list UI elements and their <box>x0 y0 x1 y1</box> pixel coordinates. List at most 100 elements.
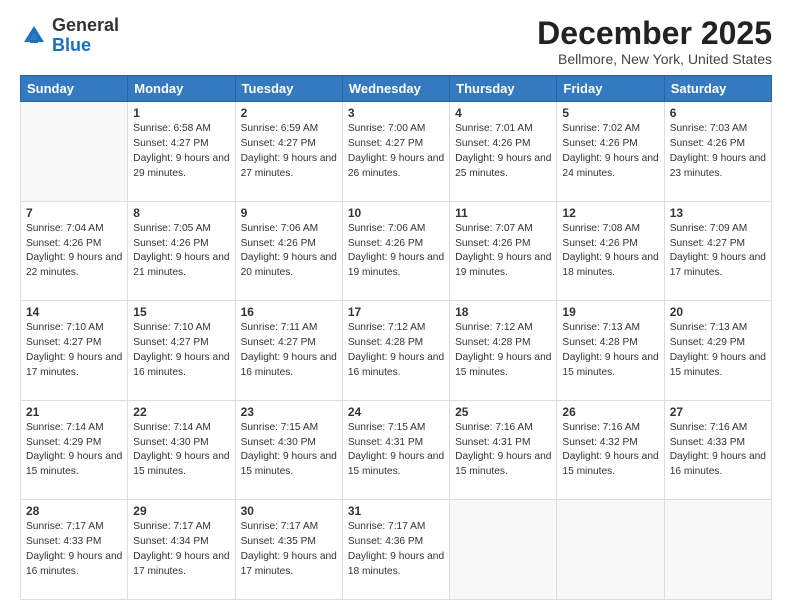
calendar-day: 2 Sunrise: 6:59 AMSunset: 4:27 PMDaylight… <box>235 102 342 202</box>
calendar-day: 19 Sunrise: 7:13 AMSunset: 4:28 PMDayligh… <box>557 301 664 401</box>
calendar-day: 30 Sunrise: 7:17 AMSunset: 4:35 PMDayligh… <box>235 500 342 600</box>
calendar-header-thursday: Thursday <box>450 76 557 102</box>
calendar-day: 27Sunrise: 7:16 AMSunset: 4:33 PMDayligh… <box>664 400 771 500</box>
day-number: 29 <box>133 504 229 518</box>
day-number: 18 <box>455 305 551 319</box>
day-info: Sunrise: 7:17 AMSunset: 4:35 PMDaylight:… <box>241 520 337 579</box>
day-info: Sunrise: 7:01 AMSunset: 4:26 PMDaylight:… <box>455 122 551 181</box>
day-number: 30 <box>241 504 337 518</box>
day-info: Sunrise: 7:17 AMSunset: 4:36 PMDaylight:… <box>348 520 444 579</box>
day-number: 1 <box>133 106 229 120</box>
day-number: 2 <box>241 106 337 120</box>
calendar-week-5: 28Sunrise: 7:17 AMSunset: 4:33 PMDayligh… <box>21 500 772 600</box>
logo: General Blue <box>20 16 119 56</box>
calendar-header-saturday: Saturday <box>664 76 771 102</box>
day-info: Sunrise: 7:17 AMSunset: 4:34 PMDaylight:… <box>133 520 229 579</box>
calendar-header-sunday: Sunday <box>21 76 128 102</box>
day-info: Sunrise: 7:13 AMSunset: 4:28 PMDaylight:… <box>562 321 658 380</box>
calendar-day: 29 Sunrise: 7:17 AMSunset: 4:34 PMDayligh… <box>128 500 235 600</box>
day-info: Sunrise: 7:02 AMSunset: 4:26 PMDaylight:… <box>562 122 658 181</box>
day-info: Sunrise: 7:14 AMSunset: 4:30 PMDaylight:… <box>133 421 229 480</box>
calendar-day: 21 Sunrise: 7:14 AMSunset: 4:29 PMDayligh… <box>21 400 128 500</box>
day-info: Sunrise: 6:58 AMSunset: 4:27 PMDaylight:… <box>133 122 229 181</box>
day-number: 25 <box>455 405 551 419</box>
day-number: 31 <box>348 504 444 518</box>
day-number: 3 <box>348 106 444 120</box>
day-info: Sunrise: 7:06 AMSunset: 4:26 PMDaylight:… <box>241 222 337 281</box>
day-number: 6 <box>670 106 766 120</box>
day-number: 19 <box>562 305 658 319</box>
calendar-day: 26Sunrise: 7:16 AMSunset: 4:32 PMDayligh… <box>557 400 664 500</box>
day-number: 17 <box>348 305 444 319</box>
logo-text: General Blue <box>52 16 119 56</box>
day-number: 15 <box>133 305 229 319</box>
day-info: Sunrise: 7:16 AMSunset: 4:32 PMDaylight:… <box>562 421 658 480</box>
day-info: Sunrise: 7:12 AMSunset: 4:28 PMDaylight:… <box>455 321 551 380</box>
calendar-day: 10 Sunrise: 7:06 AMSunset: 4:26 PMDayligh… <box>342 201 449 301</box>
calendar-day: 17 Sunrise: 7:12 AMSunset: 4:28 PMDayligh… <box>342 301 449 401</box>
day-number: 16 <box>241 305 337 319</box>
day-number: 5 <box>562 106 658 120</box>
day-info: Sunrise: 7:10 AMSunset: 4:27 PMDaylight:… <box>26 321 122 380</box>
day-info: Sunrise: 7:13 AMSunset: 4:29 PMDaylight:… <box>670 321 766 380</box>
day-number: 7 <box>26 206 122 220</box>
logo-general-text: General <box>52 15 119 35</box>
day-info: Sunrise: 7:05 AMSunset: 4:26 PMDaylight:… <box>133 222 229 281</box>
calendar-day: 4Sunrise: 7:01 AMSunset: 4:26 PMDaylight… <box>450 102 557 202</box>
calendar-day <box>21 102 128 202</box>
day-number: 8 <box>133 206 229 220</box>
page-title: December 2025 <box>537 16 772 51</box>
day-number: 13 <box>670 206 766 220</box>
calendar-day: 28Sunrise: 7:17 AMSunset: 4:33 PMDayligh… <box>21 500 128 600</box>
calendar-day <box>664 500 771 600</box>
calendar-day <box>450 500 557 600</box>
calendar-header-row: SundayMondayTuesdayWednesdayThursdayFrid… <box>21 76 772 102</box>
calendar-day: 1 Sunrise: 6:58 AMSunset: 4:27 PMDaylight… <box>128 102 235 202</box>
title-block: December 2025 Bellmore, New York, United… <box>537 16 772 67</box>
page-subtitle: Bellmore, New York, United States <box>537 51 772 67</box>
calendar-day: 22Sunrise: 7:14 AMSunset: 4:30 PMDayligh… <box>128 400 235 500</box>
calendar-day: 9Sunrise: 7:06 AMSunset: 4:26 PMDaylight… <box>235 201 342 301</box>
calendar-week-1: 1 Sunrise: 6:58 AMSunset: 4:27 PMDaylight… <box>21 102 772 202</box>
day-info: Sunrise: 7:11 AMSunset: 4:27 PMDaylight:… <box>241 321 337 380</box>
day-number: 21 <box>26 405 122 419</box>
day-number: 27 <box>670 405 766 419</box>
day-info: Sunrise: 7:04 AMSunset: 4:26 PMDaylight:… <box>26 222 122 281</box>
page: General Blue December 2025 Bellmore, New… <box>0 0 792 612</box>
calendar-day: 6 Sunrise: 7:03 AMSunset: 4:26 PMDaylight… <box>664 102 771 202</box>
day-info: Sunrise: 7:14 AMSunset: 4:29 PMDaylight:… <box>26 421 122 480</box>
calendar-day <box>557 500 664 600</box>
calendar-header-friday: Friday <box>557 76 664 102</box>
day-info: Sunrise: 7:12 AMSunset: 4:28 PMDaylight:… <box>348 321 444 380</box>
calendar-day: 15 Sunrise: 7:10 AMSunset: 4:27 PMDayligh… <box>128 301 235 401</box>
header: General Blue December 2025 Bellmore, New… <box>20 16 772 67</box>
calendar-day: 23 Sunrise: 7:15 AMSunset: 4:30 PMDayligh… <box>235 400 342 500</box>
day-number: 10 <box>348 206 444 220</box>
day-info: Sunrise: 6:59 AMSunset: 4:27 PMDaylight:… <box>241 122 337 181</box>
day-info: Sunrise: 7:15 AMSunset: 4:31 PMDaylight:… <box>348 421 444 480</box>
calendar-day: 7 Sunrise: 7:04 AMSunset: 4:26 PMDaylight… <box>21 201 128 301</box>
calendar-day: 31 Sunrise: 7:17 AMSunset: 4:36 PMDayligh… <box>342 500 449 600</box>
day-info: Sunrise: 7:16 AMSunset: 4:31 PMDaylight:… <box>455 421 551 480</box>
day-info: Sunrise: 7:06 AMSunset: 4:26 PMDaylight:… <box>348 222 444 281</box>
day-number: 24 <box>348 405 444 419</box>
day-info: Sunrise: 7:10 AMSunset: 4:27 PMDaylight:… <box>133 321 229 380</box>
calendar-day: 11Sunrise: 7:07 AMSunset: 4:26 PMDayligh… <box>450 201 557 301</box>
day-number: 12 <box>562 206 658 220</box>
day-info: Sunrise: 7:00 AMSunset: 4:27 PMDaylight:… <box>348 122 444 181</box>
calendar-day: 25 Sunrise: 7:16 AMSunset: 4:31 PMDayligh… <box>450 400 557 500</box>
day-number: 20 <box>670 305 766 319</box>
day-number: 23 <box>241 405 337 419</box>
calendar-day: 13Sunrise: 7:09 AMSunset: 4:27 PMDayligh… <box>664 201 771 301</box>
logo-blue-text: Blue <box>52 35 91 55</box>
calendar-table: SundayMondayTuesdayWednesdayThursdayFrid… <box>20 75 772 600</box>
day-info: Sunrise: 7:08 AMSunset: 4:26 PMDaylight:… <box>562 222 658 281</box>
calendar-header-wednesday: Wednesday <box>342 76 449 102</box>
day-info: Sunrise: 7:03 AMSunset: 4:26 PMDaylight:… <box>670 122 766 181</box>
day-info: Sunrise: 7:15 AMSunset: 4:30 PMDaylight:… <box>241 421 337 480</box>
calendar-week-2: 7 Sunrise: 7:04 AMSunset: 4:26 PMDaylight… <box>21 201 772 301</box>
day-number: 14 <box>26 305 122 319</box>
calendar-day: 5 Sunrise: 7:02 AMSunset: 4:26 PMDaylight… <box>557 102 664 202</box>
calendar-day: 8 Sunrise: 7:05 AMSunset: 4:26 PMDaylight… <box>128 201 235 301</box>
day-info: Sunrise: 7:17 AMSunset: 4:33 PMDaylight:… <box>26 520 122 579</box>
